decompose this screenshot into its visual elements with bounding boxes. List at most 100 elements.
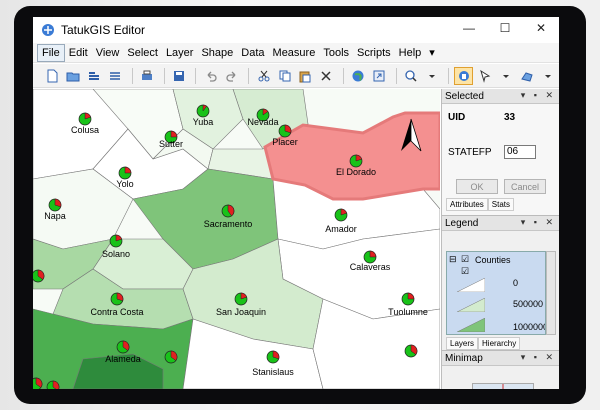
export-icon[interactable] (370, 67, 389, 85)
title-bar: TatukGIS Editor — ☐ ✕ (33, 17, 559, 43)
ok-button[interactable]: OK (456, 179, 498, 194)
county-pie-marker (164, 350, 178, 364)
tab-stats[interactable]: Stats (487, 198, 515, 211)
hand-icon[interactable] (454, 66, 474, 85)
toolbar (33, 64, 559, 88)
cut-icon[interactable] (254, 67, 273, 85)
shape-icon[interactable] (517, 67, 536, 85)
toolbar-separator (248, 67, 250, 84)
menu-shape[interactable]: Shape (197, 45, 237, 61)
county-pie-marker (266, 350, 280, 364)
side-panels: Selected ▾ ▪ ✕ UID 33 STATEFP 06 OK Canc… (441, 89, 559, 389)
county-label: Napa (44, 211, 66, 221)
county-pie-marker (33, 269, 45, 283)
legend-class-0: 0 (513, 278, 519, 288)
county-map[interactable]: Colusa Yuba Nevada Sutter Placer El Dorado Yol… (33, 89, 440, 389)
map-canvas[interactable]: Colusa Yuba Nevada Sutter Placer El Dorado Yol… (33, 89, 440, 389)
selected-panel: UID 33 STATEFP 06 OK Cancel Attributes S… (442, 104, 559, 216)
menu-measure[interactable]: Measure (269, 45, 320, 61)
county-label: Nevada (247, 117, 278, 127)
county-label: Yolo (116, 179, 133, 189)
county-label: Contra Costa (90, 307, 143, 317)
legend-scrollbar[interactable] (546, 251, 556, 335)
field-value-uid: 33 (504, 112, 516, 123)
toolbar-separator (448, 67, 450, 84)
panel-buttons[interactable]: ▾ ▪ ✕ (521, 90, 556, 101)
new-file-icon[interactable] (43, 67, 62, 85)
globe-icon[interactable] (349, 67, 368, 85)
print-icon[interactable] (138, 67, 157, 85)
menu-edit[interactable]: Edit (65, 45, 92, 61)
legend-tree[interactable]: ⊟ ☑ Counties ☑ 0 500000 1000000 (446, 251, 546, 335)
minimize-button[interactable]: — (451, 17, 487, 39)
county-pie-marker (78, 112, 92, 126)
menu-select[interactable]: Select (123, 45, 162, 61)
window-title: TatukGIS Editor (61, 23, 146, 37)
undo-icon[interactable] (201, 67, 220, 85)
layer-checkbox[interactable]: ☑ (461, 254, 469, 265)
menu-data[interactable]: Data (237, 45, 268, 61)
county-label: Sutter (159, 139, 183, 149)
tab-attributes[interactable]: Attributes (446, 198, 488, 211)
county-pie-marker (401, 292, 415, 306)
toolbar-separator (342, 67, 344, 84)
panel-buttons[interactable]: ▾ ▪ ✕ (521, 352, 556, 363)
county-pie-marker (404, 344, 418, 358)
county-label: Tuolumne (388, 307, 428, 317)
tab-hierarchy[interactable]: Hierarchy (478, 337, 521, 350)
county-label: San Joaquin (216, 307, 266, 317)
delete-icon[interactable] (317, 67, 336, 85)
menu-layer[interactable]: Layer (162, 45, 198, 61)
county-label: Calaveras (350, 262, 391, 272)
tab-layers[interactable]: Layers (446, 337, 479, 350)
county-label: Stanislaus (252, 367, 294, 377)
county-pie-marker (116, 340, 130, 354)
menu-help[interactable]: Help (395, 45, 426, 61)
county-pie-marker (349, 154, 363, 168)
field-label-uid: UID (448, 112, 466, 123)
county-pie-marker (334, 208, 348, 222)
county-label: Amador (325, 224, 357, 234)
county-label: Sacramento (204, 219, 253, 229)
panel-buttons[interactable]: ▾ ▪ ✕ (521, 217, 556, 228)
dropdown-arrow-icon[interactable] (496, 67, 515, 85)
county-pie-marker (110, 292, 124, 306)
dropdown-arrow-icon[interactable] (538, 67, 557, 85)
add-layer-icon[interactable] (85, 67, 104, 85)
select-arrow-icon[interactable] (475, 67, 494, 85)
selected-panel-title: Selected (445, 90, 484, 102)
county-label: Solano (102, 249, 130, 259)
save-icon[interactable] (170, 67, 189, 85)
maximize-button[interactable]: ☐ (487, 17, 523, 39)
class-checkbox[interactable]: ☑ (461, 266, 469, 277)
copy-icon[interactable] (275, 67, 294, 85)
close-button[interactable]: ✕ (523, 17, 559, 39)
legend-panel-header: Legend ▾ ▪ ✕ (442, 216, 559, 231)
menu-bar: File Edit View Select Layer Shape Data M… (33, 43, 559, 63)
paste-icon[interactable] (296, 67, 315, 85)
dropdown-arrow-icon[interactable] (423, 67, 442, 85)
menu-file[interactable]: File (37, 43, 65, 62)
zoom-icon[interactable] (402, 67, 421, 85)
legend-swatch-0 (457, 278, 485, 292)
legend-tabs: Layers Hierarchy (446, 337, 521, 350)
menu-view[interactable]: View (92, 45, 124, 61)
open-folder-icon[interactable] (64, 67, 83, 85)
toolbar-separator (195, 67, 197, 84)
minimap-view[interactable] (472, 383, 534, 389)
cancel-button[interactable]: Cancel (504, 179, 546, 194)
legend-panel: ⊟ ☑ Counties ☑ 0 500000 1000000 Layers H… (442, 231, 559, 351)
collapse-icon[interactable]: ⊟ (449, 254, 457, 265)
list-icon[interactable] (106, 67, 125, 85)
redo-icon[interactable] (222, 67, 241, 85)
county-pie-marker (48, 198, 62, 212)
menu-tools[interactable]: Tools (319, 45, 353, 61)
menu-scripts[interactable]: Scripts (353, 45, 395, 61)
county-pie-marker (118, 166, 132, 180)
legend-swatch-1 (457, 298, 485, 312)
menu-overflow-icon[interactable]: ▾ (425, 44, 439, 61)
county-label: Colusa (71, 125, 99, 135)
minimap-panel (442, 366, 559, 389)
selected-tabs: Attributes Stats (446, 198, 515, 211)
statefp-input[interactable]: 06 (504, 145, 536, 159)
